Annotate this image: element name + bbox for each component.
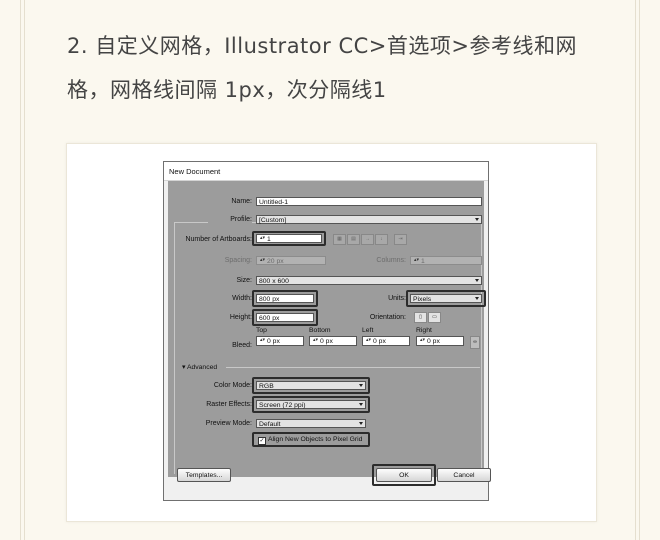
right-border-line [639,0,640,540]
chevron-down-icon [475,218,479,221]
advanced-toggle[interactable]: ▾ Advanced [182,363,217,371]
bleed-left-header: Left [362,327,374,334]
ok-highlight [372,464,436,486]
width-highlight [252,290,318,307]
raster-effects-label: Raster Effects: [206,401,252,408]
preview-mode-label: Preview Mode: [205,420,252,427]
bleed-top-input[interactable]: ▴▾ 0 px [256,336,304,346]
columns-label: Columns: [376,257,406,264]
units-highlight [406,290,486,307]
right-border-line-inner [635,0,636,540]
dialog-title: New Document [164,162,488,181]
advanced-label: Advanced [186,364,218,371]
orientation-label: Orientation: [369,314,406,321]
width-label: Width: [232,295,252,302]
portrait-icon[interactable]: ▯ [414,312,427,323]
disclosure-triangle-icon: ▾ [182,364,186,371]
arrange-by-column-icon[interactable]: ↓ [375,234,388,245]
profile-label: Profile: [208,216,252,223]
link-icon[interactable]: ∞ [470,336,480,349]
pixel-grid-highlight [252,432,370,447]
bleed-label: Bleed: [232,342,252,349]
stepper-icon[interactable]: ▴▾ [365,337,372,344]
bleed-top-value: 0 px [267,338,280,345]
right-to-left-icon[interactable]: ⇥ [394,234,407,245]
stepper-icon[interactable]: ▴▾ [259,337,266,344]
spacing-input: ▴▾ 20 px [256,256,326,265]
name-input[interactable]: Untitled-1 [256,197,482,206]
landscape-icon[interactable]: ▭ [428,312,441,323]
profile-value: [Custom] [259,217,287,224]
profile-select[interactable]: [Custom] [256,215,482,224]
spacing-value: 20 px [267,258,284,265]
columns-input: ▴▾ 1 [410,256,482,265]
preview-mode-select[interactable]: Default [256,419,366,428]
columns-value: 1 [421,258,425,265]
bleed-top-header: Top [256,327,267,334]
name-label: Name: [231,198,252,205]
height-label: Height: [229,314,252,321]
bleed-right-input[interactable]: ▴▾ 0 px [416,336,464,346]
left-border-line-inner [24,0,25,540]
size-label: Size: [236,277,252,284]
bleed-left-input[interactable]: ▴▾ 0 px [362,336,410,346]
raster-effects-highlight [252,396,370,413]
artboards-label: Number of Artboards: [185,236,252,243]
chevron-down-icon [359,422,363,425]
bleed-right-header: Right [416,327,432,334]
grid-by-row-icon[interactable]: ▦ [333,234,346,245]
left-border-line [20,0,21,540]
color-mode-label: Color Mode: [213,382,252,389]
new-document-dialog: New Document Name: Untitled-1 Profile: [… [163,161,491,501]
stepper-icon[interactable]: ▴▾ [419,337,426,344]
size-value: 800 x 600 [259,278,289,285]
color-mode-highlight [252,377,370,394]
bleed-bottom-value: 0 px [320,338,333,345]
size-select[interactable]: 800 x 600 [256,276,482,285]
bleed-left-value: 0 px [373,338,386,345]
units-label: Units: [388,295,406,302]
dialog-body: Name: Untitled-1 Profile: [Custom] Numbe… [168,181,491,486]
cancel-button[interactable]: Cancel [437,468,491,482]
bleed-right-value: 0 px [427,338,440,345]
preview-mode-value: Default [259,421,281,428]
height-highlight [252,309,318,326]
chevron-down-icon [475,279,479,282]
bleed-bottom-header: Bottom [309,327,331,334]
stepper-icon: ▴▾ [259,257,266,263]
stepper-icon[interactable]: ▴▾ [312,337,319,344]
templates-button[interactable]: Templates... [177,468,231,482]
artboards-highlight [252,231,326,246]
bleed-bottom-input[interactable]: ▴▾ 0 px [309,336,357,346]
arrange-by-row-icon[interactable]: → [361,234,374,245]
spacing-label: Spacing: [224,257,252,264]
stepper-icon: ▴▾ [413,257,420,263]
step-heading: 2. 自定义网格，Illustrator CC>首选项>参考线和网格，网格线间隔… [67,34,577,102]
grid-by-column-icon[interactable]: ▤ [347,234,360,245]
advanced-divider [226,367,480,368]
